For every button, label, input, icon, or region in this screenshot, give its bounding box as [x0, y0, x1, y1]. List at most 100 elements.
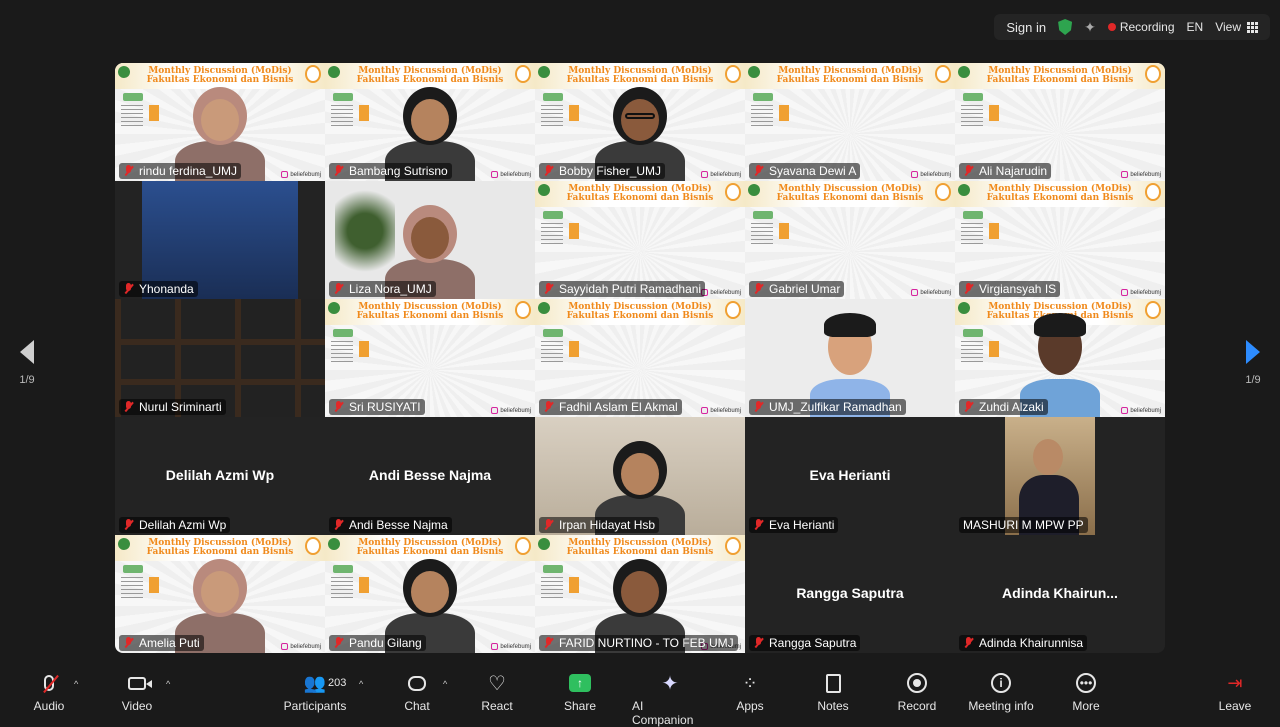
participant-name: Pandu Gilang [349, 636, 422, 650]
top-right-controls: Sign in ✦ Recording EN View [994, 14, 1270, 40]
participant-display-name: Andi Besse Najma [368, 467, 492, 483]
participant-tile[interactable]: Monthly Discussion (MoDis)Fakultas Ekono… [955, 63, 1165, 181]
meeting-info-button[interactable]: i Meeting info [968, 671, 1034, 717]
participant-tile[interactable]: Monthly Discussion (MoDis)Fakultas Ekono… [745, 63, 955, 181]
prev-page-nav[interactable]: 1/9 [12, 340, 42, 386]
participant-name-bar: MASHURI M MPW PP [959, 517, 1088, 533]
apps-icon: ⁘ [742, 672, 758, 693]
participant-display-name: Delilah Azmi Wp [165, 467, 275, 483]
participants-button[interactable]: 👥 203 Participants [282, 671, 348, 717]
social-handle: beliefebumj [1121, 288, 1161, 296]
participant-tile[interactable]: Andi Besse Najma Andi Besse Najma [325, 417, 535, 535]
meeting-info-label: Meeting info [968, 699, 1034, 713]
arrow-left-icon[interactable] [20, 340, 34, 364]
series-badge-icon [725, 183, 741, 201]
participant-tile[interactable]: Rangga Saputra Rangga Saputra [745, 535, 955, 653]
participant-name: rindu ferdina_UMJ [139, 164, 238, 178]
participant-tile[interactable]: Monthly Discussion (MoDis)Fakultas Ekono… [535, 299, 745, 417]
mic-muted-icon [753, 519, 764, 531]
recording-indicator[interactable]: Recording [1107, 20, 1175, 34]
participant-tile[interactable]: Nurul Sriminarti [115, 299, 325, 417]
chat-options-caret-icon[interactable]: ^ [443, 679, 447, 689]
participant-tile[interactable]: Monthly Discussion (MoDis)Fakultas Ekono… [115, 63, 325, 181]
notes-button[interactable]: Notes [816, 671, 850, 717]
mic-muted-icon [963, 165, 974, 177]
instagram-icon [1121, 288, 1129, 296]
banner-subtitle: Fakultas Ekonomi dan Bisnis [776, 75, 924, 85]
participant-tile[interactable]: Monthly Discussion (MoDis)Fakultas Ekono… [955, 299, 1165, 417]
participant-tile[interactable]: Monthly Discussion (MoDis)Fakultas Ekono… [745, 181, 955, 299]
mic-muted-icon [543, 519, 554, 531]
participant-tile[interactable]: UMJ_Zulfikar Ramadhan [745, 299, 955, 417]
ai-sparkle-icon[interactable]: ✦ [1084, 19, 1096, 36]
ai-companion-button[interactable]: ✦ AI Companion [632, 671, 708, 727]
video-options-caret-icon[interactable]: ^ [166, 679, 170, 689]
record-button[interactable]: Record [897, 671, 937, 717]
series-badge-icon [1145, 301, 1161, 319]
participant-name: Yhonanda [139, 282, 194, 296]
participant-display-name: Eva Herianti [809, 467, 891, 483]
prev-page-label: 1/9 [19, 374, 35, 386]
chat-label: Chat [404, 699, 430, 713]
participant-tile[interactable]: Monthly Discussion (MoDis)Fakultas Ekono… [325, 299, 535, 417]
participant-name-bar: Adinda Khairunnisa [959, 635, 1088, 651]
participant-tile[interactable]: Monthly Discussion (MoDis)Fakultas Ekono… [325, 63, 535, 181]
banner-subtitle: Fakultas Ekonomi dan Bisnis [986, 75, 1134, 85]
participant-tile[interactable]: Irpan Hidayat Hsb [535, 417, 745, 535]
participant-tile[interactable]: Monthly Discussion (MoDis)Fakultas Ekono… [535, 181, 745, 299]
participants-options-caret-icon[interactable]: ^ [359, 679, 363, 689]
series-badge-icon [1145, 65, 1161, 83]
participant-name: Bambang Sutrisno [349, 164, 448, 178]
participant-tile[interactable]: Liza Nora_UMJ [325, 181, 535, 299]
audio-label: Audio [33, 699, 65, 713]
series-badge-icon [725, 301, 741, 319]
participant-tile[interactable]: MASHURI M MPW PP [955, 417, 1165, 535]
leave-button[interactable]: ⇥ Leave [1218, 671, 1252, 717]
mic-muted-icon [333, 401, 344, 413]
instagram-icon [491, 406, 499, 414]
participant-tile[interactable]: Eva Herianti Eva Herianti [745, 417, 955, 535]
more-button[interactable]: ••• More [1070, 671, 1102, 717]
view-button[interactable]: View [1215, 20, 1258, 34]
social-handle: beliefebumj [701, 406, 741, 414]
sign-in-button[interactable]: Sign in [1006, 20, 1046, 35]
social-handle: beliefebumj [1121, 406, 1161, 414]
participant-tile[interactable]: Monthly Discussion (MoDis)Fakultas Ekono… [535, 63, 745, 181]
arrow-right-icon[interactable] [1246, 340, 1260, 364]
mic-muted-icon [333, 165, 344, 177]
chat-icon [408, 675, 426, 691]
participant-name: Gabriel Umar [769, 282, 841, 296]
instagram-icon [1121, 406, 1129, 414]
next-page-nav[interactable]: 1/9 [1238, 340, 1268, 386]
apps-label: Apps [736, 699, 764, 713]
participants-label: Participants [283, 699, 347, 713]
share-button[interactable]: ↑ Share [563, 671, 597, 717]
camera-icon [128, 676, 146, 690]
participant-tile[interactable]: Monthly Discussion (MoDis)Fakultas Ekono… [325, 535, 535, 653]
participant-name: Zuhdi Alzaki [979, 400, 1044, 414]
participant-tile[interactable]: Adinda Khairun... Adinda Khairunnisa [955, 535, 1165, 653]
view-label: View [1215, 20, 1241, 34]
video-button[interactable]: Video [120, 671, 154, 717]
mic-muted-icon [123, 401, 134, 413]
chat-button[interactable]: Chat [403, 671, 431, 717]
apps-button[interactable]: ⁘ Apps [734, 671, 766, 717]
participant-name-bar: Gabriel Umar [749, 281, 845, 297]
participant-tile[interactable]: Monthly Discussion (MoDis)Fakultas Ekono… [115, 535, 325, 653]
participant-tile[interactable]: Yhonanda [115, 181, 325, 299]
security-shield-icon[interactable] [1058, 19, 1073, 35]
mic-muted-icon [543, 401, 554, 413]
participant-name: Rangga Saputra [769, 636, 857, 650]
participant-name: Delilah Azmi Wp [139, 518, 227, 532]
audio-button[interactable]: Audio [32, 671, 66, 717]
participant-tile[interactable]: Monthly Discussion (MoDis)Fakultas Ekono… [535, 535, 745, 653]
language-button[interactable]: EN [1187, 20, 1204, 34]
react-button[interactable]: ♡ React [480, 671, 514, 717]
banner-subtitle: Fakultas Ekonomi dan Bisnis [566, 311, 714, 321]
share-screen-icon: ↑ [569, 674, 591, 692]
participant-name: Eva Herianti [769, 518, 835, 532]
participant-tile[interactable]: Delilah Azmi Wp Delilah Azmi Wp [115, 417, 325, 535]
audio-options-caret-icon[interactable]: ^ [74, 679, 78, 689]
top-bar: Sign in ✦ Recording EN View [0, 0, 1280, 52]
participant-tile[interactable]: Monthly Discussion (MoDis)Fakultas Ekono… [955, 181, 1165, 299]
